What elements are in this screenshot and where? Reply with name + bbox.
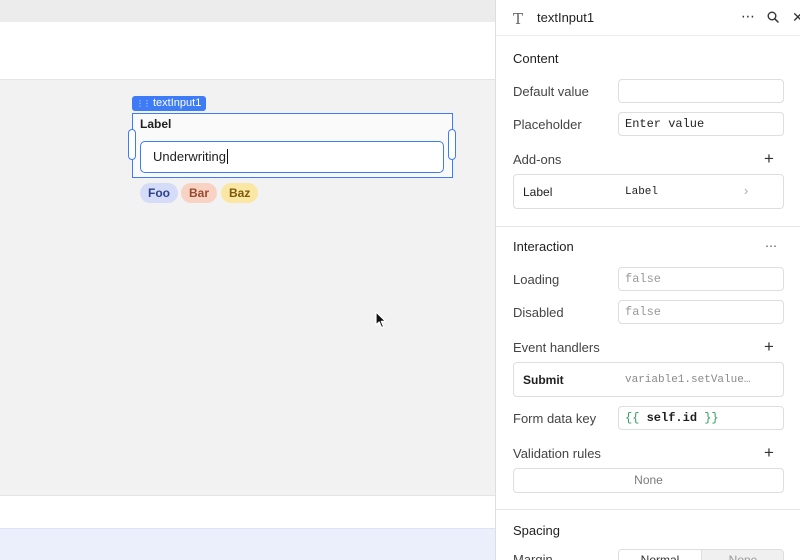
app-canvas[interactable]: ⋮⋮ textInput1 Label Underwriting Foo Bar… (0, 0, 495, 560)
resize-handle-right[interactable] (448, 129, 456, 160)
disabled-input[interactable]: false (618, 300, 784, 324)
component-name-label: textInput1 (153, 97, 202, 109)
inspector-title[interactable]: textInput1 (537, 10, 594, 25)
add-event-handler-icon[interactable]: + (764, 338, 774, 355)
inspector-header: T textInput1 ⋯ ✕ (496, 0, 800, 36)
canvas-footer-frame[interactable] (0, 495, 495, 528)
search-icon[interactable] (767, 11, 779, 23)
close-icon[interactable]: ✕ (792, 9, 800, 26)
default-value-label: Default value (513, 84, 589, 99)
placeholder-input[interactable]: Enter value (618, 112, 784, 136)
section-divider (496, 226, 800, 227)
code-open-brace: {{ (625, 411, 640, 425)
chevron-right-icon: › (744, 183, 749, 198)
form-data-key-label: Form data key (513, 411, 597, 426)
default-value-input[interactable] (618, 79, 784, 103)
placeholder-label: Placeholder (513, 117, 582, 132)
canvas-bottom-panel (0, 528, 495, 560)
section-divider (496, 509, 800, 510)
more-options-icon[interactable]: ⋯ (741, 8, 755, 25)
text-input-field[interactable]: Underwriting (140, 141, 444, 173)
validation-rules-label: Validation rules (513, 446, 601, 461)
loading-label: Loading (513, 272, 560, 287)
validation-rules-empty[interactable]: None (513, 468, 784, 493)
canvas-header-frame[interactable] (0, 22, 495, 80)
event-handler-action: variable1.setValue… (625, 374, 751, 386)
margin-label: Margin (513, 552, 553, 560)
code-close-brace: }} (704, 411, 719, 425)
drag-handle-icon[interactable]: ⋮⋮ (136, 96, 151, 111)
text-caret (226, 149, 229, 164)
section-title-spacing[interactable]: Spacing (513, 523, 560, 538)
event-handler-event: Submit (523, 373, 564, 387)
addon-name: Label (523, 185, 553, 199)
tag-foo[interactable]: Foo (140, 183, 178, 203)
margin-segmented-control[interactable]: Normal None (618, 549, 784, 560)
text-input-label: Label (140, 117, 172, 131)
text-input-value: Underwriting (153, 149, 226, 164)
event-handlers-label: Event handlers (513, 340, 600, 355)
event-handler-row[interactable]: Submit variable1.setValue… (513, 362, 784, 397)
form-data-key-input[interactable]: {{ self.id }} (618, 406, 784, 430)
margin-option-normal[interactable]: Normal (619, 550, 702, 560)
section-title-content[interactable]: Content (513, 51, 559, 66)
component-name-tag[interactable]: ⋮⋮ textInput1 (132, 96, 207, 111)
code-expression: self.id (646, 411, 698, 425)
loading-input[interactable]: false (618, 267, 784, 291)
section-title-interaction[interactable]: Interaction (513, 239, 574, 254)
tag-baz[interactable]: Baz (221, 183, 259, 203)
canvas-top-strip (0, 0, 495, 22)
margin-option-none[interactable]: None (702, 550, 783, 560)
addon-row-label[interactable]: Label Label › (513, 174, 784, 209)
tag-bar[interactable]: Bar (181, 183, 218, 203)
addon-value: Label (625, 186, 659, 198)
resize-handle-left[interactable] (128, 129, 136, 160)
inspector-panel: T textInput1 ⋯ ✕ Content Default value P… (495, 0, 800, 560)
text-component-icon: T (513, 10, 524, 28)
addons-label: Add-ons (513, 152, 562, 167)
add-validation-rule-icon[interactable]: + (764, 444, 774, 461)
add-addon-icon[interactable]: + (764, 150, 774, 167)
disabled-label: Disabled (513, 305, 564, 320)
interaction-more-icon[interactable]: ⋯ (765, 239, 777, 253)
mouse-pointer-icon (375, 311, 387, 329)
